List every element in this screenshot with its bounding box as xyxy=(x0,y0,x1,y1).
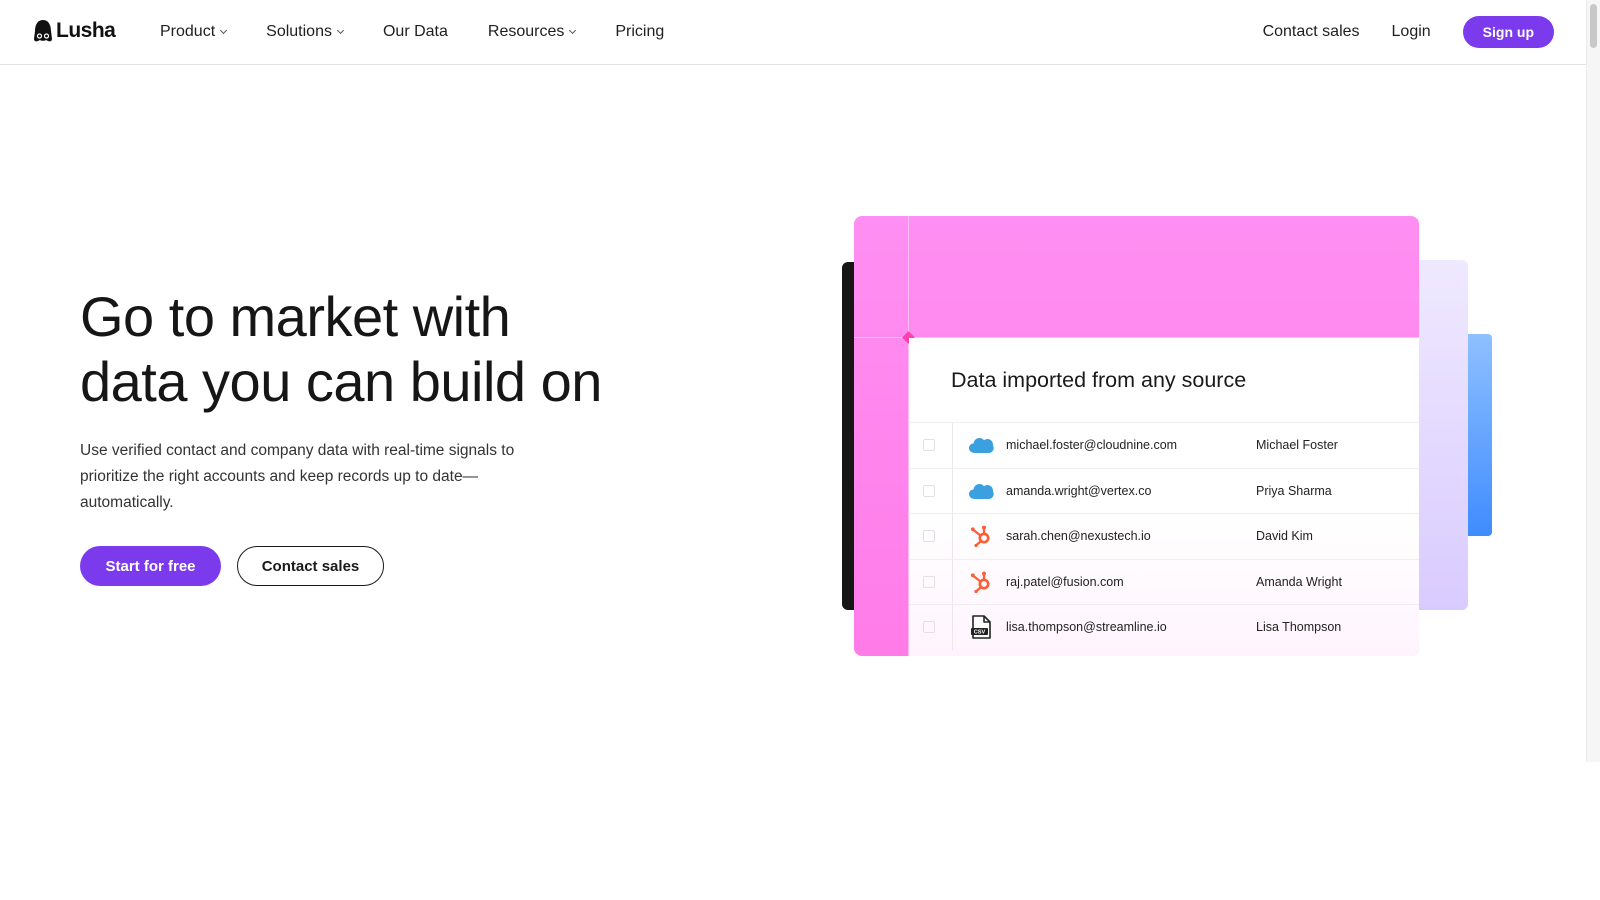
contact-list: michael.foster@cloudnine.com Michael Fos… xyxy=(909,422,1419,650)
table-row: CSV lisa.thompson@streamline.io Lisa Tho… xyxy=(909,604,1419,650)
hubspot-icon xyxy=(968,570,994,594)
column-divider xyxy=(952,514,953,559)
hero-heading-line-2: data you can build on xyxy=(80,350,602,413)
scrollbar-thumb[interactable] xyxy=(1590,4,1597,48)
page-scrollbar[interactable] xyxy=(1586,0,1600,762)
salesforce-icon xyxy=(968,479,994,503)
contact-sales-button[interactable]: Contact sales xyxy=(237,546,384,586)
nav-item-our-data[interactable]: Our Data xyxy=(383,23,448,41)
row-checkbox[interactable] xyxy=(923,439,935,452)
hero-heading-line-1: Go to market with xyxy=(80,285,511,348)
contact-name: Priya Sharma xyxy=(1256,483,1332,498)
contact-name: Lisa Thompson xyxy=(1256,620,1342,635)
hero-heading: Go to market with data you can build on xyxy=(80,284,720,414)
nav-item-label: Our Data xyxy=(382,23,448,40)
login-link[interactable]: Login xyxy=(1392,23,1431,41)
nav-item-product[interactable]: Product xyxy=(160,23,228,41)
row-checkbox[interactable] xyxy=(923,530,935,543)
column-divider xyxy=(952,605,953,650)
salesforce-icon xyxy=(968,433,994,457)
csv-label: CSV xyxy=(974,630,986,636)
panel-title: Data imported from any source xyxy=(951,368,1247,392)
nav-item-label: Pricing xyxy=(615,23,665,40)
contact-email: raj.patel@fusion.com xyxy=(1006,574,1124,589)
main-nav: Product Solutions Our Data Resources Pri… xyxy=(160,0,704,64)
logo-wordmark: Lusha xyxy=(56,19,116,42)
contact-email: michael.foster@cloudnine.com xyxy=(1006,438,1178,453)
contact-email: sarah.chen@nexustech.io xyxy=(1006,529,1151,544)
nav-item-label: Resources xyxy=(487,23,565,40)
table-row: sarah.chen@nexustech.io David Kim xyxy=(909,513,1419,559)
table-row: raj.patel@fusion.com Amanda Wright xyxy=(909,558,1419,604)
column-divider xyxy=(952,559,953,604)
contact-email: lisa.thompson@streamline.io xyxy=(1006,620,1167,635)
chevron-down-icon xyxy=(569,26,577,35)
header-actions: Contact sales Login Sign up xyxy=(1263,0,1554,64)
nav-item-pricing[interactable]: Pricing xyxy=(615,23,664,41)
contact-name: Amanda Wright xyxy=(1256,574,1342,589)
chevron-down-icon xyxy=(336,26,345,35)
contact-email: amanda.wright@vertex.co xyxy=(1006,483,1152,498)
nav-item-label: Solutions xyxy=(266,23,332,40)
column-divider xyxy=(952,423,953,468)
table-row: michael.foster@cloudnine.com Michael Fos… xyxy=(909,422,1419,468)
contact-name: David Kim xyxy=(1256,529,1313,544)
sign-up-button[interactable]: Sign up xyxy=(1462,16,1554,48)
data-import-card: Data imported from any source michael.fo… xyxy=(854,216,1419,656)
contact-sales-link[interactable]: Contact sales xyxy=(1263,23,1360,41)
row-checkbox[interactable] xyxy=(923,575,935,588)
csv-file-icon: CSV xyxy=(968,615,994,640)
table-row: amanda.wright@vertex.co Priya Sharma xyxy=(909,467,1419,513)
import-panel: Data imported from any source michael.fo… xyxy=(909,338,1419,656)
row-checkbox[interactable] xyxy=(923,484,935,497)
column-divider xyxy=(952,468,953,513)
start-for-free-button[interactable]: Start for free xyxy=(80,546,221,586)
nav-item-label: Product xyxy=(160,23,216,40)
nav-item-solutions[interactable]: Solutions xyxy=(266,23,345,41)
chevron-down-icon xyxy=(220,26,228,35)
row-checkbox[interactable] xyxy=(923,621,935,634)
lusha-logo-icon xyxy=(34,20,52,42)
top-navigation-bar: Lusha Product Solutions Our Data Resourc… xyxy=(0,0,1586,65)
contact-name: Michael Foster xyxy=(1256,438,1338,453)
nav-item-resources[interactable]: Resources xyxy=(487,23,577,41)
hero-subtitle: Use verified contact and company data wi… xyxy=(80,442,515,511)
hubspot-icon xyxy=(968,524,994,548)
lusha-logo[interactable]: Lusha xyxy=(33,19,116,43)
